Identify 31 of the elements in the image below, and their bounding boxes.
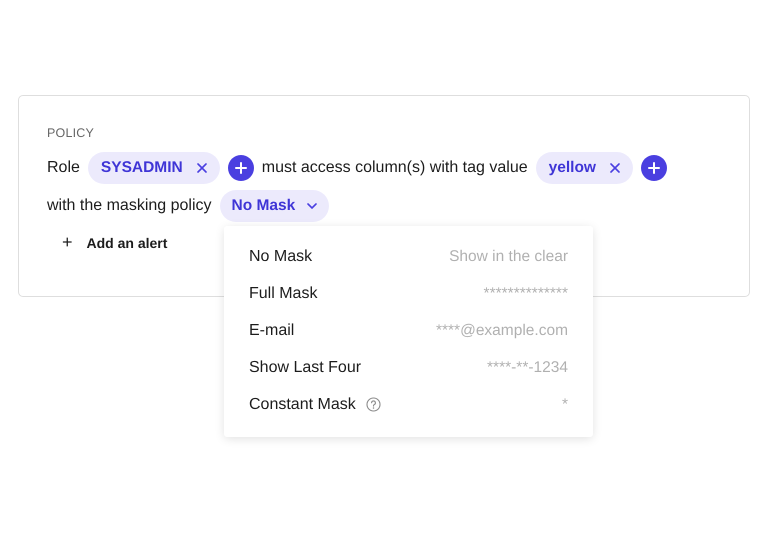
masking-dropdown[interactable]: No Mask <box>220 190 330 222</box>
add-button[interactable] <box>641 155 667 181</box>
menu-option[interactable]: Constant Mask * <box>224 386 593 423</box>
tag-chip[interactable]: yellow <box>536 152 633 184</box>
menu-option[interactable]: Show Last Four ****-**-1234 <box>224 349 593 386</box>
option-example: Show in the clear <box>449 248 568 266</box>
remove-icon <box>196 163 207 173</box>
policy-text: Role <box>47 159 80 177</box>
help-icon <box>366 397 381 412</box>
menu-option[interactable]: E-mail ****@example.com <box>224 312 593 349</box>
option-label: No Mask <box>249 248 312 266</box>
menu-option[interactable]: No Mask Show in the clear <box>224 238 593 275</box>
option-example: * <box>562 396 568 414</box>
policy-text: must access column(s) with tag value <box>262 159 528 177</box>
add-button[interactable] <box>228 155 254 181</box>
tag-chip[interactable]: SYSADMIN <box>88 152 220 184</box>
chevron-down-icon <box>307 201 318 211</box>
option-label: Show Last Four <box>249 358 362 376</box>
plus-icon <box>648 162 660 174</box>
option-example: ****-**-1234 <box>487 358 568 376</box>
option-label: Constant Mask <box>249 396 356 414</box>
remove-icon <box>610 163 620 173</box>
section-heading: POLICY <box>47 126 96 140</box>
option-example: ************** <box>484 284 568 302</box>
policy-text: with the masking policy <box>47 197 212 215</box>
plus-icon <box>234 162 247 174</box>
option-label: E-mail <box>249 322 294 340</box>
option-example: ****@example.com <box>436 322 568 340</box>
add-alert-button[interactable]: + Add an alert <box>62 232 168 253</box>
option-label: Full Mask <box>249 284 318 302</box>
menu-option[interactable]: Full Mask ************** <box>224 275 593 312</box>
